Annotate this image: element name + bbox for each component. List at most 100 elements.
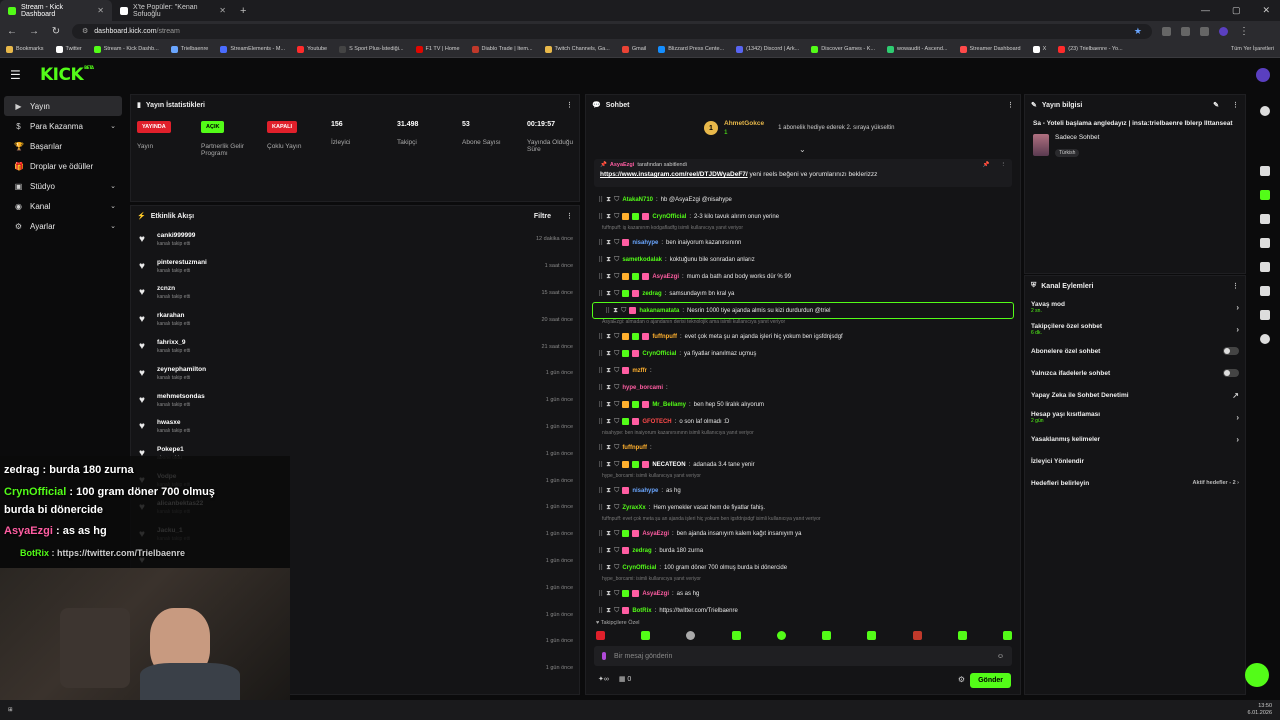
drag-handle-icon[interactable]: ⠿ xyxy=(598,290,603,298)
bookmark-item[interactable]: (23) Trielbaenre - Yo... xyxy=(1058,45,1123,53)
timeout-icon[interactable]: ⧗ xyxy=(606,530,611,538)
emote-icon[interactable] xyxy=(912,631,922,640)
activity-user[interactable]: Pokepe1 xyxy=(157,446,184,453)
drag-handle-icon[interactable]: ⠿ xyxy=(598,350,603,358)
bookmark-item[interactable]: wowaudit - Ascend... xyxy=(887,45,948,53)
timeout-icon[interactable]: ⧗ xyxy=(613,307,618,315)
pinned-link[interactable]: https://www.instagram.com/reel/DTJDWyaDe… xyxy=(600,171,748,178)
chat-username[interactable]: CrynOfficial xyxy=(642,351,676,357)
drag-handle-icon[interactable]: ⠿ xyxy=(605,307,610,315)
browser-tab[interactable]: X'te Popüler: "Kenan Sofuoğlu ✕ xyxy=(112,0,234,21)
points-icon[interactable]: ✦∞ xyxy=(598,675,609,683)
document-icon[interactable] xyxy=(1260,214,1270,224)
drag-handle-icon[interactable]: ⠿ xyxy=(598,401,603,409)
bookmark-item[interactable]: Trielbaenre xyxy=(170,45,208,53)
activity-user[interactable]: zeynephamilton xyxy=(157,366,206,373)
extension-icon[interactable] xyxy=(1200,26,1209,36)
channel-action-row[interactable]: Yasaklanmış kelimeler › xyxy=(1025,428,1245,450)
bookmark-item[interactable]: S Sport Plus-İstediği... xyxy=(339,45,404,53)
activity-user[interactable]: zcnzn xyxy=(157,285,190,292)
timeout-icon[interactable]: ⧗ xyxy=(606,239,611,247)
start-icon[interactable]: ⊞ xyxy=(8,707,13,713)
bookmark-item[interactable]: Discover Games - K... xyxy=(811,45,875,53)
chat-username[interactable]: NECATEON xyxy=(652,462,685,468)
browser-tab-active[interactable]: Stream - Kick Dashboard ✕ xyxy=(0,0,112,21)
chat-username[interactable]: zedrag xyxy=(632,548,651,554)
emote-icon[interactable] xyxy=(641,631,651,640)
emote-icon[interactable] xyxy=(957,631,967,640)
drag-handle-icon[interactable]: ⠿ xyxy=(598,504,603,512)
send-button[interactable]: Gönder xyxy=(970,673,1011,688)
url-input[interactable]: ⚙ dashboard.kick.com/stream ★ xyxy=(72,23,1152,39)
drag-handle-icon[interactable]: ⠿ xyxy=(598,367,603,375)
filter-button[interactable]: Filtre xyxy=(534,213,551,220)
more-options-icon[interactable]: ⋮ xyxy=(566,212,573,220)
menu-icon[interactable]: ⋮ xyxy=(1238,26,1250,37)
timeout-icon[interactable]: ⧗ xyxy=(606,547,611,555)
drag-handle-icon[interactable]: ⠿ xyxy=(598,607,603,615)
drag-handle-icon[interactable]: ⠿ xyxy=(598,461,603,469)
chat-username[interactable]: mzffr xyxy=(632,368,647,374)
drag-handle-icon[interactable]: ⠿ xyxy=(598,590,603,598)
unpin-icon[interactable]: 📌 xyxy=(983,162,990,168)
activity-user[interactable]: rkarahan xyxy=(157,312,190,319)
gift-icon[interactable]: ▦ 0 xyxy=(619,675,631,683)
hamburger-menu-icon[interactable]: ☰ xyxy=(10,68,24,82)
sidebar-item-channel[interactable]: ◉ Kanal ⌄ xyxy=(4,196,122,216)
toggle-switch[interactable] xyxy=(1223,369,1239,377)
camera-icon[interactable] xyxy=(1260,166,1270,176)
chat-username[interactable]: AsyaEzgi xyxy=(652,274,679,280)
drag-handle-icon[interactable]: ⠿ xyxy=(598,239,603,247)
sidebar-item-money[interactable]: $ Para Kazanma ⌄ xyxy=(4,116,122,136)
timeout-icon[interactable]: ⧗ xyxy=(606,504,611,512)
more-options-icon[interactable]: ⋮ xyxy=(566,101,573,109)
chat-settings-icon[interactable]: ⚙ xyxy=(958,675,965,684)
bookmark-item[interactable]: Blizzard Press Cente... xyxy=(658,45,724,53)
timeout-icon[interactable]: ⧗ xyxy=(606,367,611,375)
chat-bubble-icon[interactable] xyxy=(1260,238,1270,248)
drag-handle-icon[interactable]: ⠿ xyxy=(598,384,603,392)
chat-username[interactable]: nisahype xyxy=(632,488,658,494)
drag-handle-icon[interactable]: ⠿ xyxy=(598,273,603,281)
reload-icon[interactable]: ↻ xyxy=(50,26,62,37)
maximize-icon[interactable]: ▢ xyxy=(1232,5,1241,16)
timeout-icon[interactable]: ⧗ xyxy=(606,564,611,572)
chat-username[interactable]: Mr_Bellamy xyxy=(652,402,686,408)
timeout-icon[interactable]: ⧗ xyxy=(606,444,611,452)
new-tab-icon[interactable]: + xyxy=(240,5,246,17)
extension-icon[interactable] xyxy=(1162,26,1171,36)
bookmark-item[interactable]: X xyxy=(1032,45,1046,53)
more-options-icon[interactable]: ⋮ xyxy=(1232,101,1239,109)
mic-icon[interactable] xyxy=(602,652,606,660)
chat-username[interactable]: AtakaN710 xyxy=(622,197,653,203)
emote-icon[interactable] xyxy=(867,631,877,640)
drag-handle-icon[interactable]: ⠿ xyxy=(598,564,603,572)
activity-user[interactable]: canki999999 xyxy=(157,232,195,239)
chevron-right-icon[interactable]: › xyxy=(1236,435,1239,444)
bookmark-item[interactable]: (1342) Discord | Ark... xyxy=(736,45,799,53)
bookmark-item[interactable]: Youtube xyxy=(297,45,327,53)
tool-icon[interactable] xyxy=(1260,310,1270,320)
bookmark-item[interactable]: StreamElements - M... xyxy=(220,45,285,53)
sidebar-item-gear[interactable]: ⚙ Ayarlar ⌄ xyxy=(4,216,122,236)
channel-action-row[interactable]: Takipçilere özel sohbet 6 dk. › xyxy=(1025,318,1245,340)
chevron-right-icon[interactable]: Aktif hedefler - 2 › xyxy=(1193,480,1239,486)
timeout-icon[interactable]: ⧗ xyxy=(606,590,611,598)
channel-action-row[interactable]: Yapay Zeka ile Sohbet Denetimi ↗ xyxy=(1025,384,1245,406)
bookmark-item[interactable]: Twitch Channels, Ga... xyxy=(544,45,610,53)
activity-user[interactable]: fahrixx_9 xyxy=(157,339,190,346)
support-chat-icon[interactable] xyxy=(1245,663,1269,687)
sidebar-item-gift[interactable]: 🎁 Droplar ve ödüller xyxy=(4,156,122,176)
drag-handle-icon[interactable]: ⠿ xyxy=(598,530,603,538)
chat-username[interactable]: AsyaEzgi xyxy=(642,531,669,537)
bookmark-item[interactable]: Diablo Trade | Item... xyxy=(471,45,533,53)
sidebar-item-play[interactable]: ▶ Yayın xyxy=(4,96,122,116)
user-icon[interactable] xyxy=(1260,262,1270,272)
chat-username[interactable]: hakanamatata xyxy=(639,308,679,314)
chat-input[interactable]: Bir mesaj gönderin ☺ xyxy=(594,646,1012,666)
bookmark-star-icon[interactable]: ★ xyxy=(1134,26,1142,37)
channel-action-row[interactable]: İzleyici Yönlendir xyxy=(1025,450,1245,472)
timeout-icon[interactable]: ⧗ xyxy=(606,273,611,281)
drag-handle-icon[interactable]: ⠿ xyxy=(598,547,603,555)
chat-username[interactable]: BotRix xyxy=(632,608,651,614)
